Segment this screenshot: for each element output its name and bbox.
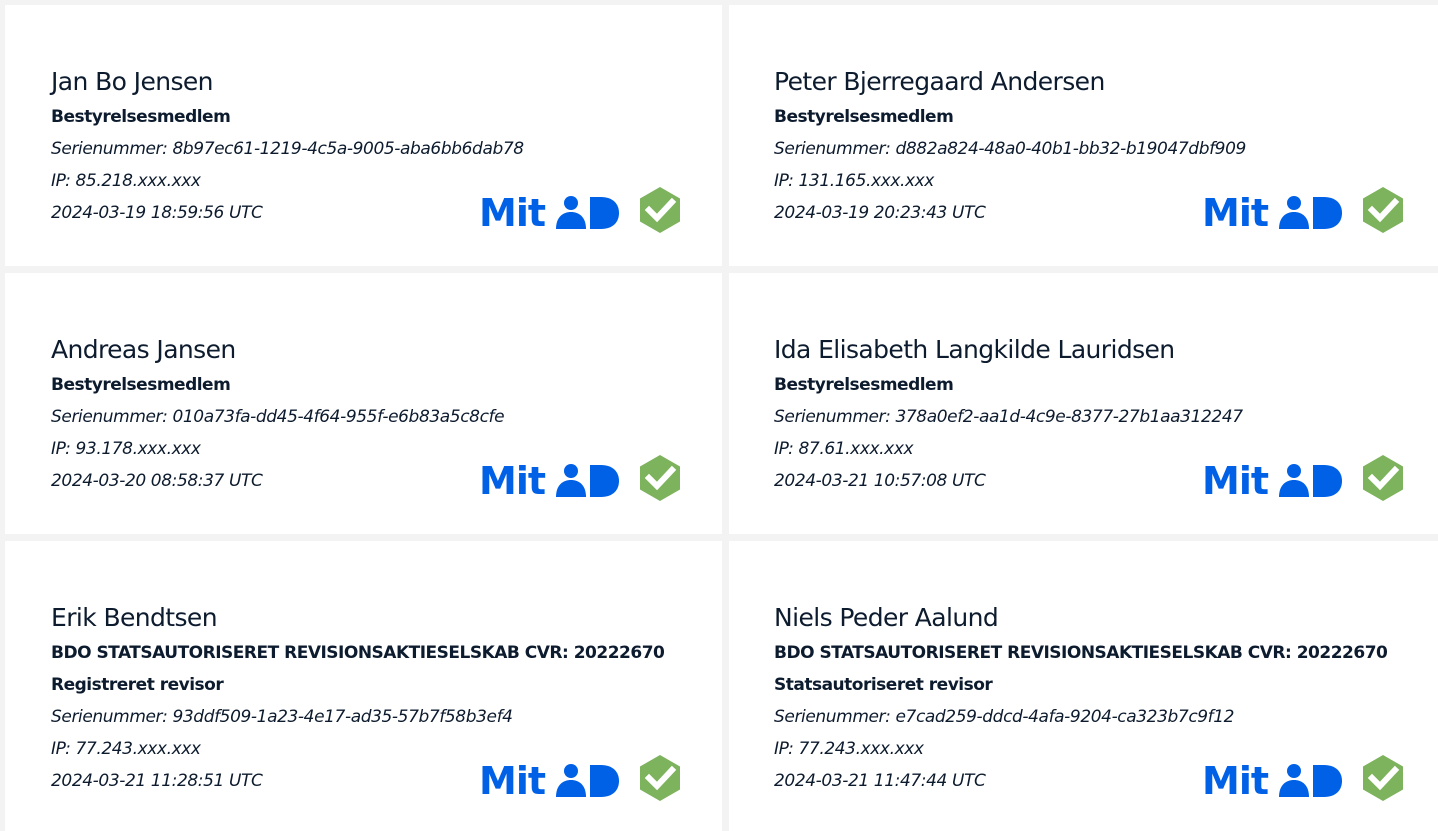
- mitid-person-icon: [556, 196, 620, 229]
- signer-name: Peter Bjerregaard Andersen: [774, 67, 1105, 96]
- mitid-logo-text: Mit: [479, 759, 546, 803]
- mitid-logo-text: Mit: [479, 191, 546, 235]
- signer-role: Bestyrelsesmedlem: [774, 107, 954, 127]
- verified-check-icon: [640, 187, 680, 233]
- mitid-person-icon: [1279, 764, 1343, 797]
- mitid-person-icon: [1279, 196, 1343, 229]
- signer-name: Niels Peder Aalund: [774, 603, 999, 632]
- verified-check-icon: [1363, 755, 1403, 801]
- verified-check-icon: [640, 455, 680, 501]
- signer-role: Bestyrelsesmedlem: [774, 375, 954, 395]
- serial-number: Serienummer: 010a73fa-dd45-4f64-955f-e6b…: [51, 407, 505, 427]
- mitid-logo-text: Mit: [1202, 191, 1269, 235]
- ip-address: IP: 131.165.xxx.xxx: [774, 171, 934, 191]
- signature-card: Peter Bjerregaard Andersen Bestyrelsesme…: [729, 5, 1438, 266]
- ip-address: IP: 85.218.xxx.xxx: [51, 171, 201, 191]
- mitid-logo: Mit: [1202, 459, 1343, 503]
- mitid-logo-text: Mit: [479, 459, 546, 503]
- serial-number: Serienummer: 378a0ef2-aa1d-4c9e-8377-27b…: [774, 407, 1243, 427]
- timestamp: 2024-03-21 11:28:51 UTC: [51, 771, 263, 791]
- verified-check-icon: [1363, 187, 1403, 233]
- mitid-logo-text: Mit: [1202, 759, 1269, 803]
- signer-name: Jan Bo Jensen: [51, 67, 214, 96]
- timestamp: 2024-03-20 08:58:37 UTC: [51, 471, 263, 491]
- mitid-logo: Mit: [479, 459, 620, 503]
- timestamp: 2024-03-19 20:23:43 UTC: [774, 203, 986, 223]
- mitid-logo: Mit: [1202, 191, 1343, 235]
- timestamp: 2024-03-21 11:47:44 UTC: [774, 771, 986, 791]
- mitid-person-icon: [556, 764, 620, 797]
- ip-address: IP: 93.178.xxx.xxx: [51, 439, 201, 459]
- mitid-logo: Mit: [1202, 759, 1343, 803]
- signature-card: Andreas Jansen Bestyrelsesmedlem Serienu…: [5, 273, 722, 534]
- signer-role: Statsautoriseret revisor: [774, 675, 993, 695]
- signer-company: BDO STATSAUTORISERET REVISIONSAKTIESELSK…: [51, 643, 665, 663]
- signer-company: BDO STATSAUTORISERET REVISIONSAKTIESELSK…: [774, 643, 1388, 663]
- mitid-logo: Mit: [479, 191, 620, 235]
- signer-name: Erik Bendtsen: [51, 603, 218, 632]
- serial-number: Serienummer: 93ddf509-1a23-4e17-ad35-57b…: [51, 707, 513, 727]
- verified-check-icon: [640, 755, 680, 801]
- signer-role: Registreret revisor: [51, 675, 224, 695]
- signer-role: Bestyrelsesmedlem: [51, 107, 231, 127]
- ip-address: IP: 87.61.xxx.xxx: [774, 439, 914, 459]
- mitid-person-icon: [1279, 464, 1343, 497]
- signer-name: Ida Elisabeth Langkilde Lauridsen: [774, 335, 1175, 364]
- ip-address: IP: 77.243.xxx.xxx: [51, 739, 201, 759]
- signer-role: Bestyrelsesmedlem: [51, 375, 231, 395]
- verified-check-icon: [1363, 455, 1403, 501]
- timestamp: 2024-03-19 18:59:56 UTC: [51, 203, 263, 223]
- mitid-logo-text: Mit: [1202, 459, 1269, 503]
- timestamp: 2024-03-21 10:57:08 UTC: [774, 471, 986, 491]
- signature-card: Ida Elisabeth Langkilde Lauridsen Bestyr…: [729, 273, 1438, 534]
- mitid-logo: Mit: [479, 759, 620, 803]
- serial-number: Serienummer: e7cad259-ddcd-4afa-9204-ca3…: [774, 707, 1235, 727]
- signature-card: Jan Bo Jensen Bestyrelsesmedlem Serienum…: [5, 5, 722, 266]
- ip-address: IP: 77.243.xxx.xxx: [774, 739, 924, 759]
- serial-number: Serienummer: 8b97ec61-1219-4c5a-9005-aba…: [51, 139, 524, 159]
- signer-name: Andreas Jansen: [51, 335, 236, 364]
- signature-card: Erik Bendtsen BDO STATSAUTORISERET REVIS…: [5, 541, 722, 831]
- signature-grid: Jan Bo Jensen Bestyrelsesmedlem Serienum…: [0, 0, 1438, 831]
- signature-card: Niels Peder Aalund BDO STATSAUTORISERET …: [729, 541, 1438, 831]
- serial-number: Serienummer: d882a824-48a0-40b1-bb32-b19…: [774, 139, 1246, 159]
- mitid-person-icon: [556, 464, 620, 497]
